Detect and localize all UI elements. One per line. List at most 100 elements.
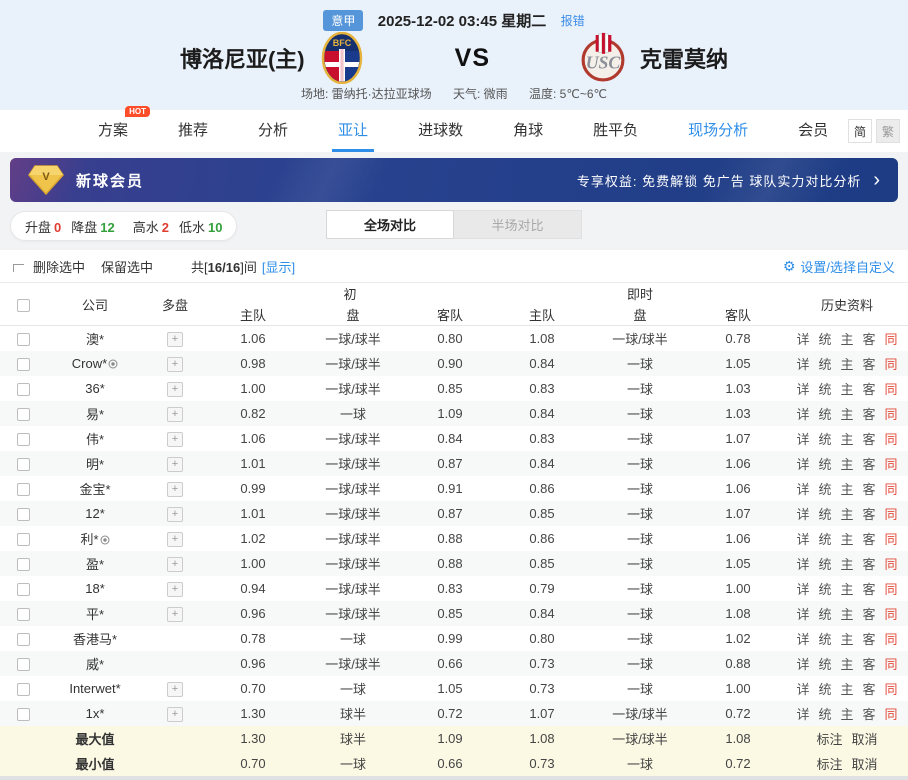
delete-selected-button[interactable]: 删除选中 [33,257,85,276]
history-home-link[interactable]: 主 [840,504,853,523]
history-detail-link[interactable]: 详 [796,504,809,523]
history-detail-link[interactable]: 详 [796,454,809,473]
history-away-link[interactable]: 客 [863,554,876,573]
history-home-link[interactable]: 主 [840,354,853,373]
history-stats-link[interactable]: 统 [818,654,831,673]
history-home-link[interactable]: 主 [840,454,853,473]
history-detail-link[interactable]: 详 [796,379,809,398]
history-away-link[interactable]: 客 [863,704,876,723]
row-checkbox[interactable] [17,558,30,571]
history-same-link[interactable]: 同 [885,429,898,448]
history-stats-link[interactable]: 统 [818,504,831,523]
expand-multi-button[interactable]: + [167,407,183,422]
history-same-link[interactable]: 同 [885,604,898,623]
history-home-link[interactable]: 主 [840,429,853,448]
history-away-link[interactable]: 客 [863,354,876,373]
history-same-link[interactable]: 同 [885,579,898,598]
row-checkbox[interactable] [17,608,30,621]
tab-full-match[interactable]: 全场对比 [326,210,454,239]
expand-multi-button[interactable]: + [167,432,183,447]
history-same-link[interactable]: 同 [885,454,898,473]
row-checkbox[interactable] [17,433,30,446]
history-detail-link[interactable]: 详 [796,354,809,373]
history-away-link[interactable]: 客 [863,479,876,498]
history-stats-link[interactable]: 统 [818,629,831,648]
history-home-link[interactable]: 主 [840,704,853,723]
nav-item-plans[interactable]: 方案 HOT [92,119,134,152]
history-stats-link[interactable]: 统 [818,479,831,498]
settings-customize-button[interactable]: ⚙ 设置/选择自定义 [783,257,895,276]
vip-membership-banner[interactable]: V 新球会员 专享权益: 免费解锁 免广告 球队实力对比分析 › [10,158,898,202]
history-away-link[interactable]: 客 [863,629,876,648]
history-same-link[interactable]: 同 [885,529,898,548]
history-away-link[interactable]: 客 [863,329,876,348]
nav-item-goals[interactable]: 进球数 [412,119,469,152]
report-error-link[interactable]: 报错 [561,14,585,28]
history-stats-link[interactable]: 统 [818,329,831,348]
row-checkbox[interactable] [17,583,30,596]
history-same-link[interactable]: 同 [885,404,898,423]
history-home-link[interactable]: 主 [840,479,853,498]
history-home-link[interactable]: 主 [840,554,853,573]
history-detail-link[interactable]: 详 [796,529,809,548]
history-same-link[interactable]: 同 [885,354,898,373]
show-link[interactable]: [显示] [262,257,295,276]
lang-traditional-button[interactable]: 繁 [876,119,900,143]
history-away-link[interactable]: 客 [863,679,876,698]
history-away-link[interactable]: 客 [863,654,876,673]
row-checkbox[interactable] [17,533,30,546]
history-detail-link[interactable]: 详 [796,329,809,348]
row-checkbox[interactable] [17,658,30,671]
expand-multi-button[interactable]: + [167,582,183,597]
history-stats-link[interactable]: 统 [818,454,831,473]
history-detail-link[interactable]: 详 [796,404,809,423]
history-home-link[interactable]: 主 [840,404,853,423]
nav-item-corners[interactable]: 角球 [507,119,549,152]
history-stats-link[interactable]: 统 [818,554,831,573]
history-detail-link[interactable]: 详 [796,679,809,698]
history-stats-link[interactable]: 统 [818,579,831,598]
history-away-link[interactable]: 客 [863,579,876,598]
history-home-link[interactable]: 主 [840,679,853,698]
expand-multi-button[interactable]: + [167,707,183,722]
history-home-link[interactable]: 主 [840,629,853,648]
history-away-link[interactable]: 客 [863,429,876,448]
keep-selected-button[interactable]: 保留选中 [101,257,153,276]
history-stats-link[interactable]: 统 [818,404,831,423]
history-stats-link[interactable]: 统 [818,679,831,698]
row-checkbox[interactable] [17,683,30,696]
history-detail-link[interactable]: 详 [796,429,809,448]
expand-multi-button[interactable]: + [167,557,183,572]
history-home-link[interactable]: 主 [840,654,853,673]
history-stats-link[interactable]: 统 [818,429,831,448]
history-stats-link[interactable]: 统 [818,604,831,623]
history-home-link[interactable]: 主 [840,329,853,348]
select-all-checkbox[interactable] [17,299,30,312]
cancel-link[interactable]: 取消 [852,729,878,748]
history-away-link[interactable]: 客 [863,604,876,623]
nav-item-asian-handicap[interactable]: 亚让 [332,119,374,152]
row-checkbox[interactable] [17,483,30,496]
expand-multi-button[interactable]: + [167,357,183,372]
history-home-link[interactable]: 主 [840,604,853,623]
history-detail-link[interactable]: 详 [796,654,809,673]
expand-multi-button[interactable]: + [167,482,183,497]
mark-link[interactable]: 标注 [816,729,842,748]
nav-item-analysis[interactable]: 分析 [252,119,294,152]
mark-link[interactable]: 标注 [816,754,842,773]
row-checkbox[interactable] [17,633,30,646]
history-same-link[interactable]: 同 [885,504,898,523]
history-same-link[interactable]: 同 [885,379,898,398]
nav-item-membership[interactable]: 会员 [792,119,834,152]
history-detail-link[interactable]: 详 [796,704,809,723]
history-same-link[interactable]: 同 [885,704,898,723]
row-checkbox[interactable] [17,383,30,396]
expand-multi-button[interactable]: + [167,682,183,697]
history-away-link[interactable]: 客 [863,504,876,523]
history-home-link[interactable]: 主 [840,579,853,598]
history-stats-link[interactable]: 统 [818,704,831,723]
history-stats-link[interactable]: 统 [818,529,831,548]
history-away-link[interactable]: 客 [863,404,876,423]
lang-simplified-button[interactable]: 简 [848,119,872,143]
row-checkbox[interactable] [17,458,30,471]
